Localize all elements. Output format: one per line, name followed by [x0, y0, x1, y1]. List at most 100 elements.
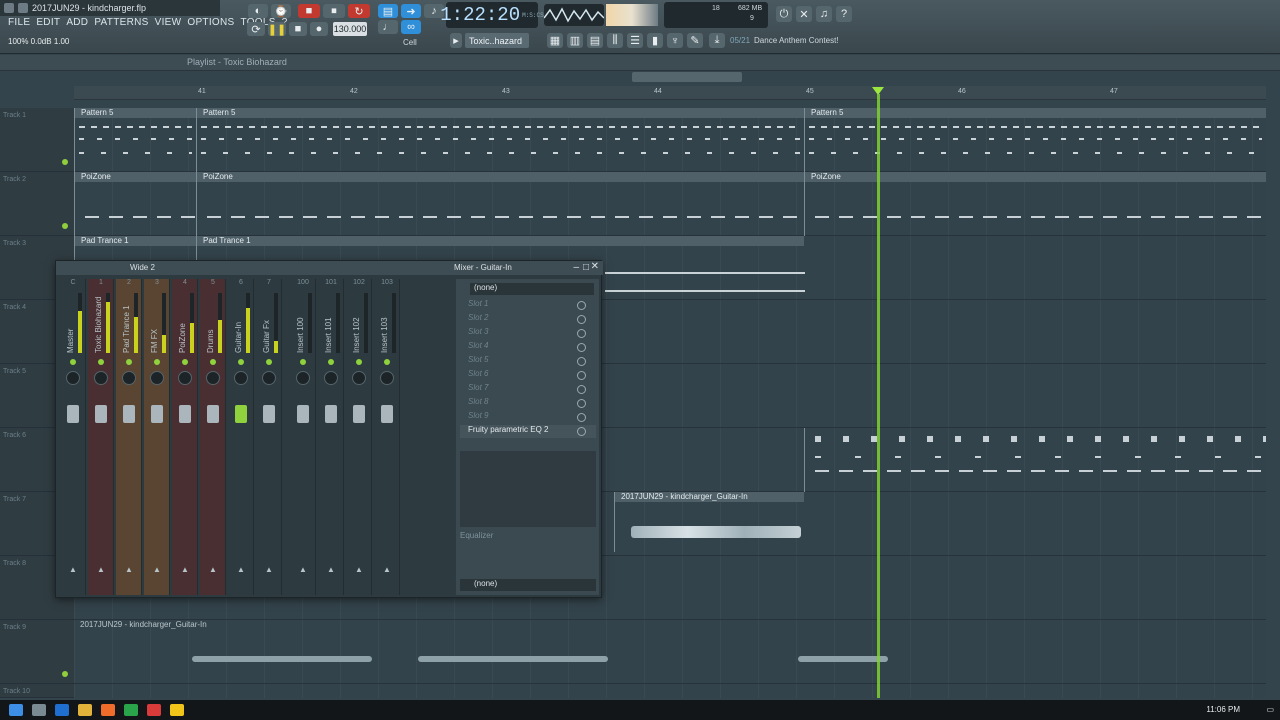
- volume-fader[interactable]: [95, 405, 107, 423]
- volume-fader[interactable]: [353, 405, 365, 423]
- system-clock[interactable]: 11:06 PM: [1206, 705, 1240, 714]
- pan-knob[interactable]: [206, 371, 220, 385]
- input-selector[interactable]: (none): [470, 283, 594, 295]
- pan-knob[interactable]: [122, 371, 136, 385]
- pan-knob[interactable]: [380, 371, 394, 385]
- playlist-icon[interactable]: ▦: [547, 33, 563, 48]
- mix-knob[interactable]: [577, 427, 586, 436]
- fx-slot-active[interactable]: Fruity parametric EQ 2: [460, 425, 596, 438]
- track-header[interactable]: Track 1: [0, 108, 74, 172]
- strip-enable-led[interactable]: [210, 359, 216, 365]
- strip-enable-led[interactable]: [266, 359, 272, 365]
- mixer-strip[interactable]: 6 Guitar-In ▲: [228, 279, 254, 595]
- plugin-picker-icon[interactable]: ▮: [647, 33, 663, 48]
- output-selector[interactable]: (none): [460, 579, 596, 591]
- menu-options[interactable]: OPTIONS: [187, 17, 234, 31]
- strip-enable-led[interactable]: [126, 359, 132, 365]
- track-led[interactable]: [62, 159, 68, 165]
- mixer-strip[interactable]: 101 Insert 101 ▲: [318, 279, 344, 595]
- route-arrow-icon[interactable]: ▲: [125, 565, 133, 574]
- tempo-display[interactable]: 130.000: [333, 22, 367, 36]
- clip-drums[interactable]: [804, 428, 1266, 492]
- clip-pattern5[interactable]: Pattern 5: [74, 108, 196, 172]
- fx-slot[interactable]: Slot 2: [460, 313, 596, 326]
- volume-fader[interactable]: [151, 405, 163, 423]
- microphone-icon[interactable]: ♫: [816, 6, 832, 22]
- route-arrow-icon[interactable]: ▲: [69, 565, 77, 574]
- time-display[interactable]: 1:22:20 M:S:CS: [440, 2, 544, 28]
- pattern-prev-icon[interactable]: ▸: [450, 33, 462, 48]
- loop-icon[interactable]: ⟳: [247, 22, 265, 36]
- route-arrow-icon[interactable]: ▲: [209, 565, 217, 574]
- pan-knob[interactable]: [296, 371, 310, 385]
- fx-slot[interactable]: Slot 5: [460, 355, 596, 368]
- route-arrow-icon[interactable]: ▲: [97, 565, 105, 574]
- strip-enable-led[interactable]: [356, 359, 362, 365]
- menu-edit[interactable]: EDIT: [36, 17, 60, 31]
- strip-enable-led[interactable]: [300, 359, 306, 365]
- track-header[interactable]: Track 10: [0, 684, 74, 698]
- fx-slot[interactable]: Slot 7: [460, 383, 596, 396]
- mix-knob[interactable]: [577, 385, 586, 394]
- mix-knob[interactable]: [577, 413, 586, 422]
- volume-fader[interactable]: [263, 405, 275, 423]
- route-arrow-icon[interactable]: ▲: [355, 565, 363, 574]
- mixer-strip[interactable]: 1 Toxic Biohazard ▲: [88, 279, 114, 595]
- pan-knob[interactable]: [324, 371, 338, 385]
- route-arrow-icon[interactable]: ▲: [237, 565, 245, 574]
- mixer-strip[interactable]: 2 Pad Trance 1 ▲: [116, 279, 142, 595]
- eq-preview[interactable]: [460, 451, 596, 527]
- nudge-icon[interactable]: ✎: [687, 33, 703, 48]
- route-arrow-icon[interactable]: ▲: [327, 565, 335, 574]
- minimize-icon[interactable]: –: [573, 262, 579, 273]
- metronome-icon[interactable]: ⌚: [271, 4, 291, 18]
- edge-icon[interactable]: [55, 704, 69, 716]
- clip-pattern5[interactable]: Pattern 5: [804, 108, 1266, 172]
- app-icon[interactable]: [101, 704, 115, 716]
- strip-enable-led[interactable]: [98, 359, 104, 365]
- news-bar[interactable]: 05/21 Dance Anthem Contest!: [730, 36, 839, 45]
- record-mode-button[interactable]: ■: [298, 4, 320, 18]
- volume-fader[interactable]: [179, 405, 191, 423]
- mixer-strip[interactable]: 103 Insert 103 ▲: [374, 279, 400, 595]
- pan-knob[interactable]: [178, 371, 192, 385]
- countdown-button[interactable]: ⏹: [323, 4, 345, 18]
- mixer-icon[interactable]: ⫼: [607, 33, 623, 48]
- menu-view[interactable]: VIEW: [155, 17, 182, 31]
- start-icon[interactable]: [9, 704, 23, 716]
- browser-icon[interactable]: ☰: [627, 33, 643, 48]
- mixer-strip[interactable]: 102 Insert 102 ▲: [346, 279, 372, 595]
- strip-enable-led[interactable]: [182, 359, 188, 365]
- pat-song-toggle[interactable]: ◐: [248, 4, 268, 18]
- tools-icon[interactable]: ✕: [796, 6, 812, 22]
- strip-enable-led[interactable]: [154, 359, 160, 365]
- clip-pattern5[interactable]: Pattern 5: [196, 108, 804, 172]
- track-lane-9-audio[interactable]: 2017JUN29 - kindcharger_Guitar-In: [74, 620, 1266, 684]
- fx-slot[interactable]: Slot 4: [460, 341, 596, 354]
- pan-knob[interactable]: [150, 371, 164, 385]
- menu-add[interactable]: ADD: [66, 17, 88, 31]
- volume-fader[interactable]: [297, 405, 309, 423]
- touch-keyboard-icon[interactable]: ♆: [667, 33, 683, 48]
- mixer-strip[interactable]: C Master ▲: [60, 279, 86, 595]
- pan-knob[interactable]: [352, 371, 366, 385]
- mix-knob[interactable]: [577, 399, 586, 408]
- pan-knob[interactable]: [66, 371, 80, 385]
- power-icon[interactable]: ⏻: [776, 6, 792, 22]
- route-arrow-icon[interactable]: ▲: [383, 565, 391, 574]
- mix-knob[interactable]: [577, 329, 586, 338]
- volume-fader[interactable]: [123, 405, 135, 423]
- download-icon[interactable]: ⤓: [709, 33, 725, 48]
- maximize-icon[interactable]: □: [583, 262, 589, 273]
- snap-icon[interactable]: ▤: [378, 4, 398, 18]
- fx-slot[interactable]: Slot 1: [460, 299, 596, 312]
- strip-enable-led[interactable]: [328, 359, 334, 365]
- strip-enable-led[interactable]: [238, 359, 244, 365]
- stop-button[interactable]: ■: [289, 22, 307, 36]
- track-led[interactable]: [62, 223, 68, 229]
- clip-poizone[interactable]: PoiZone: [74, 172, 196, 236]
- pause-button[interactable]: ❚❚: [268, 22, 286, 36]
- fx-slot[interactable]: Slot 6: [460, 369, 596, 382]
- track-header[interactable]: Track 2: [0, 172, 74, 236]
- loop-record-button[interactable]: ↻: [348, 4, 370, 18]
